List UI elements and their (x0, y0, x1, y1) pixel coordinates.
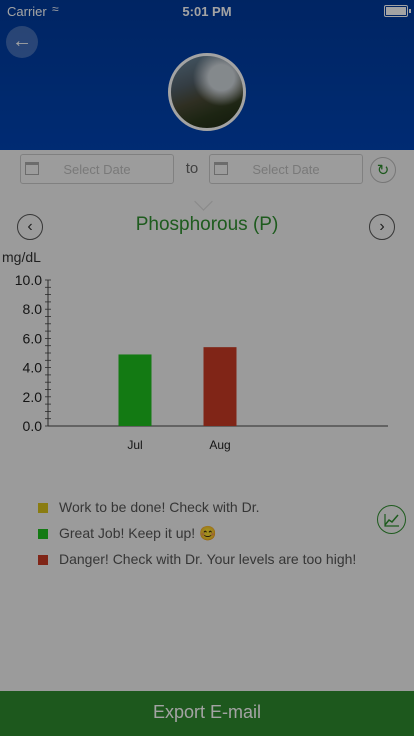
refresh-icon: ↻ (376, 162, 390, 179)
date-range-filter: Select Date to Select Date ↻ (0, 152, 414, 188)
status-bar: Carrier ≈ 5:01 PM (0, 0, 414, 22)
profile-header: Carrier ≈ 5:01 PM ← (0, 0, 414, 150)
export-email-button[interactable]: Export E-mail (0, 691, 414, 736)
legend-swatch (38, 503, 48, 513)
legend-text: Great Job! Keep it up! 😊 (59, 525, 217, 541)
legend-text: Work to be done! Check with Dr. (59, 499, 260, 515)
y-axis-unit: mg/dL (2, 249, 41, 265)
line-chart-icon (384, 514, 399, 527)
phosphorous-bar-chart: 10.0 8.0 6.0 4.0 2.0 0.0 Jul Aug (15, 272, 388, 452)
y-tick-label: 8.0 (23, 301, 43, 317)
chevron-left-icon: ‹ (27, 218, 33, 235)
bar-jul (118, 354, 152, 426)
legend-swatch (38, 529, 48, 539)
y-tick-label: 0.0 (23, 418, 43, 434)
end-date-field[interactable]: Select Date (209, 154, 363, 184)
x-tick-label: Jul (127, 438, 142, 452)
arrow-left-icon: ← (12, 30, 32, 52)
avatar (168, 53, 246, 131)
back-button[interactable]: ← (6, 26, 38, 58)
x-tick-label: Aug (209, 438, 230, 452)
trend-chart-button[interactable] (377, 505, 406, 534)
metric-title-bar: ‹ Phosphorous (P) › (0, 205, 414, 245)
y-tick-label: 10.0 (15, 272, 42, 288)
bar-aug (203, 347, 237, 426)
battery-icon (384, 5, 411, 17)
export-email-label: Export E-mail (152, 702, 262, 722)
previous-metric-button[interactable]: ‹ (17, 214, 43, 240)
end-date-placeholder: Select Date (252, 162, 320, 177)
legend-swatch (38, 555, 48, 565)
y-tick-label: 2.0 (23, 389, 43, 405)
refresh-button[interactable]: ↻ (370, 157, 396, 183)
clock: 5:01 PM (182, 4, 232, 19)
next-metric-button[interactable]: › (369, 214, 395, 240)
start-date-placeholder: Select Date (63, 162, 131, 177)
to-label: to (185, 160, 199, 177)
y-tick-label: 4.0 (23, 360, 43, 376)
metric-title: Phosphorous (P) (135, 214, 279, 235)
chevron-right-icon: › (379, 218, 385, 235)
start-date-field[interactable]: Select Date (20, 154, 174, 184)
legend-text: Danger! Check with Dr. Your levels are t… (59, 551, 357, 567)
y-tick-label: 6.0 (23, 330, 43, 346)
